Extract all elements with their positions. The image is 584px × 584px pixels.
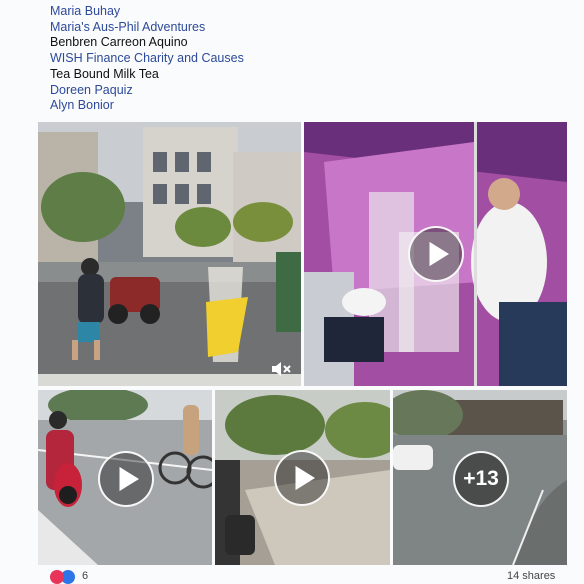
play-button-icon[interactable] bbox=[98, 451, 154, 507]
media-tile-street-video[interactable] bbox=[38, 122, 301, 386]
reaction-count[interactable]: 6 bbox=[82, 570, 88, 582]
media-tile-more[interactable]: +13 bbox=[393, 390, 567, 565]
name-text-tea-bound: Tea Bound Milk Tea bbox=[50, 66, 159, 81]
post-footer: 6 14 shares bbox=[0, 568, 584, 584]
media-tile-scooter-video[interactable] bbox=[38, 390, 212, 565]
media-tile-roadside-video[interactable] bbox=[215, 390, 390, 565]
post-card: Maria Buhay Maria's Aus-Phil Adventures … bbox=[0, 0, 584, 584]
name-link-wish-finance[interactable]: WISH Finance Charity and Causes bbox=[50, 51, 244, 67]
name-link-maria-buhay[interactable]: Maria Buhay bbox=[50, 4, 244, 20]
play-button-icon[interactable] bbox=[274, 450, 330, 506]
media-tile-tent-video[interactable] bbox=[304, 122, 567, 386]
street-scene-image bbox=[38, 122, 301, 386]
shares-count[interactable]: 14 shares bbox=[507, 570, 555, 582]
name-link-alyn-bonior[interactable]: Alyn Bonior bbox=[50, 98, 244, 114]
more-media-overlay[interactable]: +13 bbox=[453, 451, 509, 507]
play-button-icon[interactable] bbox=[408, 226, 464, 282]
tagged-names-list: Maria Buhay Maria's Aus-Phil Adventures … bbox=[50, 4, 244, 114]
name-link-doreen-paquiz[interactable]: Doreen Paquiz bbox=[50, 83, 244, 99]
name-link-aus-phil-adventures[interactable]: Maria's Aus-Phil Adventures bbox=[50, 20, 244, 36]
heart-reaction-icon bbox=[50, 570, 64, 584]
mute-icon[interactable] bbox=[270, 360, 292, 378]
name-text-benbren: Benbren Carreon Aquino bbox=[50, 35, 188, 50]
